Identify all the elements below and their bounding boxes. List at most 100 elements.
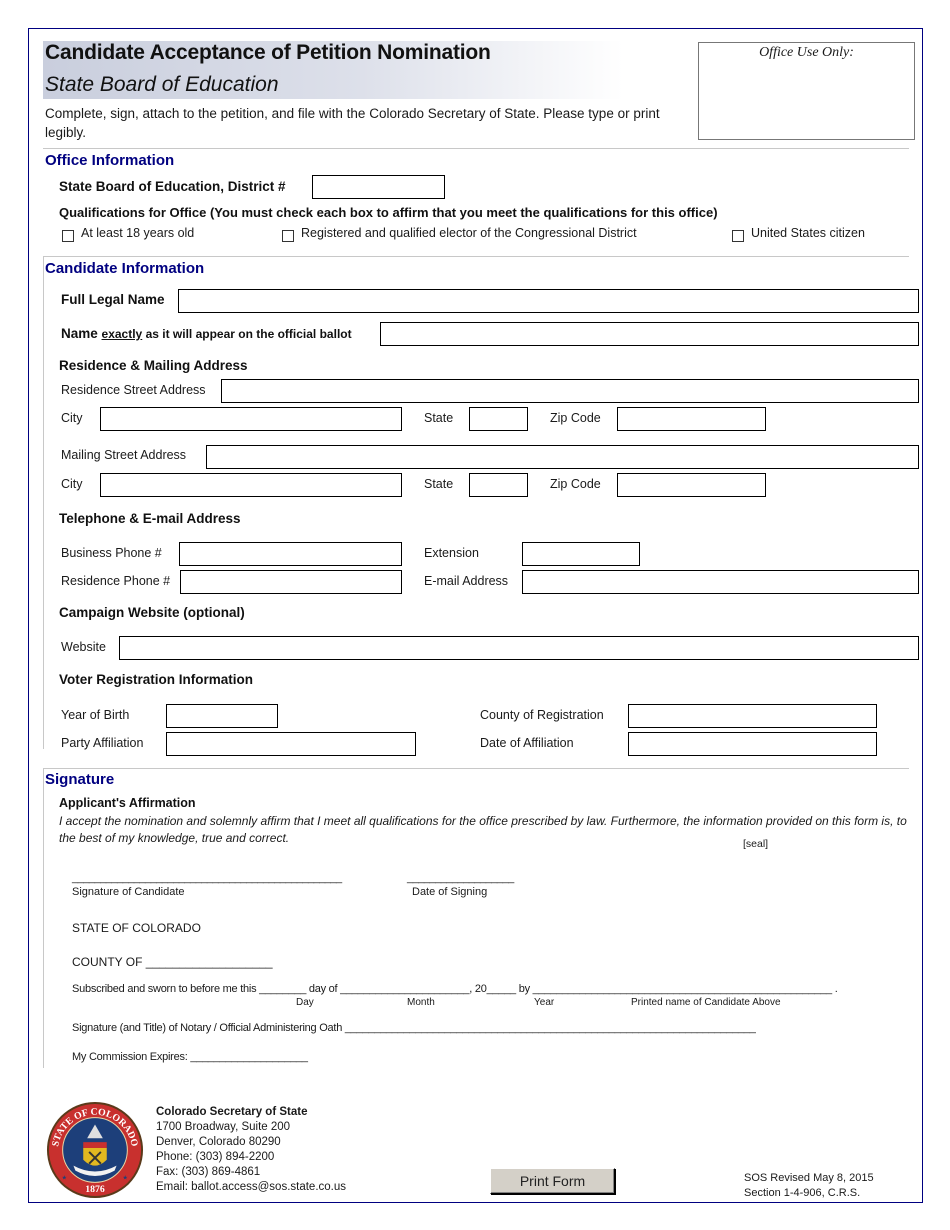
party-affiliation-label: Party Affiliation [61,736,144,750]
website-heading: Campaign Website (optional) [59,605,245,620]
residence-state-input[interactable] [469,407,528,431]
contact-address-line1: 1700 Broadway, Suite 200 [156,1121,291,1133]
section-office-information: Office Information [45,152,175,169]
contact-phone: Phone: (303) 894-2200 [156,1151,275,1163]
date-affiliation-label: Date of Affiliation [480,736,574,750]
form-page: Candidate Acceptance of Petition Nominat… [28,28,923,1203]
business-phone-label: Business Phone # [61,546,162,560]
sworn-month-caption: Month [407,997,435,1008]
mailing-state-input[interactable] [469,473,528,497]
mailing-zip-input[interactable] [617,473,766,497]
form-subtitle: State Board of Education [45,73,279,96]
form-title: Candidate Acceptance of Petition Nominat… [45,41,491,64]
mailing-city-input[interactable] [100,473,402,497]
section-left-rule [43,256,44,749]
address-heading: Residence & Mailing Address [59,358,248,373]
seal-year: 1876 [85,1184,105,1195]
qualification-elector-label: Registered and qualified elector of the … [301,226,637,240]
divider [43,256,909,257]
section-left-rule [43,768,44,1068]
full-legal-name-input[interactable] [178,289,919,313]
party-affiliation-input[interactable] [166,732,416,756]
website-label: Website [61,640,106,654]
office-use-label: Office Use Only: [759,45,854,60]
extension-input[interactable] [522,542,640,566]
ballot-name-label-emphasis: exactly [101,327,143,341]
qualification-elector-checkbox[interactable] [282,230,294,242]
qualifications-label: Qualifications for Office (You must chec… [59,205,718,220]
seal-star-left: ★ [62,1174,67,1181]
contact-info: Colorado Secretary of State 1700 Broadwa… [156,1105,346,1195]
revision-info: SOS Revised May 8, 2015 Section 1-4-906,… [744,1171,874,1201]
county-registration-input[interactable] [628,704,877,728]
district-input[interactable] [312,175,445,199]
affirmation-text: I accept the nomination and solemnly aff… [59,814,907,845]
residence-zip-input[interactable] [617,407,766,431]
qualification-age-checkbox[interactable] [62,230,74,242]
seal-shield-top [83,1142,107,1149]
year-of-birth-label: Year of Birth [61,708,130,722]
website-input[interactable] [119,636,919,660]
sworn-day-caption: Day [296,997,314,1008]
sworn-year-caption: Year [534,997,555,1008]
colorado-state-seal: STATE OF COLORADO 1876 ★ ★ [46,1101,144,1199]
notary-signature-line: Signature (and Title) of Notary / Offici… [72,1022,756,1034]
qualification-citizen-label: United States citizen [751,226,865,240]
print-form-button[interactable]: Print Form [490,1168,615,1194]
commission-expires-line: My Commission Expires: _________________… [72,1051,308,1063]
phone-heading: Telephone & E-mail Address [59,511,241,526]
residence-state-label: State [424,411,454,425]
residence-city-label: City [61,411,83,425]
email-label: E-mail Address [424,574,509,588]
section-signature: Signature [45,771,115,788]
district-label: State Board of Education, District # [59,179,286,194]
mailing-street-input[interactable] [206,445,919,469]
sworn-printed-name-caption: Printed name of Candidate Above [631,997,781,1008]
mailing-zip-label: Zip Code [550,477,601,491]
full-legal-name-label: Full Legal Name [61,292,165,307]
residence-phone-input[interactable] [180,570,402,594]
section-candidate-information: Candidate Information [45,260,205,277]
sworn-statement-line: Subscribed and sworn to before me this _… [72,983,838,995]
seal-star-right: ★ [122,1174,127,1181]
date-affiliation-input[interactable] [628,732,877,756]
contact-email: Email: ballot.access@sos.state.co.us [156,1181,347,1193]
statute-section: Section 1-4-906, C.R.S. [744,1187,861,1199]
residence-zip-label: Zip Code [550,411,601,425]
divider [43,768,909,769]
ballot-name-label-post: as it will appear on the official ballot [142,327,352,341]
voter-registration-heading: Voter Registration Information [59,672,254,687]
residence-street-label: Residence Street Address [61,383,206,397]
ballot-name-label-pre: Name [61,326,102,341]
county-of-line: COUNTY OF ___________________ [72,955,273,969]
seal-placeholder: [seal] [743,838,769,850]
divider [43,148,909,149]
affirmation-heading: Applicant's Affirmation [59,796,196,810]
residence-street-input[interactable] [221,379,919,403]
ballot-name-input[interactable] [380,322,919,346]
county-registration-label: County of Registration [480,708,604,722]
extension-label: Extension [424,546,479,560]
date-signing-caption: Date of Signing [412,886,488,898]
date-signing-line[interactable]: ___________________ [407,872,514,884]
qualification-age-label: At least 18 years old [81,226,195,240]
signature-candidate-caption: Signature of Candidate [72,886,185,898]
residence-phone-label: Residence Phone # [61,574,171,588]
ballot-name-label: Name exactly as it will appear on the of… [61,326,352,341]
contact-fax: Fax: (303) 869-4861 [156,1166,261,1178]
mailing-street-label: Mailing Street Address [61,448,187,462]
revision-date: SOS Revised May 8, 2015 [744,1172,874,1184]
contact-address-line2: Denver, Colorado 80290 [156,1136,281,1148]
year-of-birth-input[interactable] [166,704,278,728]
form-instructions: Complete, sign, attach to the petition, … [45,106,660,140]
email-input[interactable] [522,570,919,594]
residence-city-input[interactable] [100,407,402,431]
mailing-city-label: City [61,477,83,491]
mailing-state-label: State [424,477,454,491]
qualification-citizen-checkbox[interactable] [732,230,744,242]
office-use-box: Office Use Only: [698,42,915,140]
signature-candidate-line[interactable]: ________________________________________… [72,872,342,884]
state-of-colorado: STATE OF COLORADO [72,921,201,935]
business-phone-input[interactable] [179,542,402,566]
contact-org: Colorado Secretary of State [156,1106,308,1118]
